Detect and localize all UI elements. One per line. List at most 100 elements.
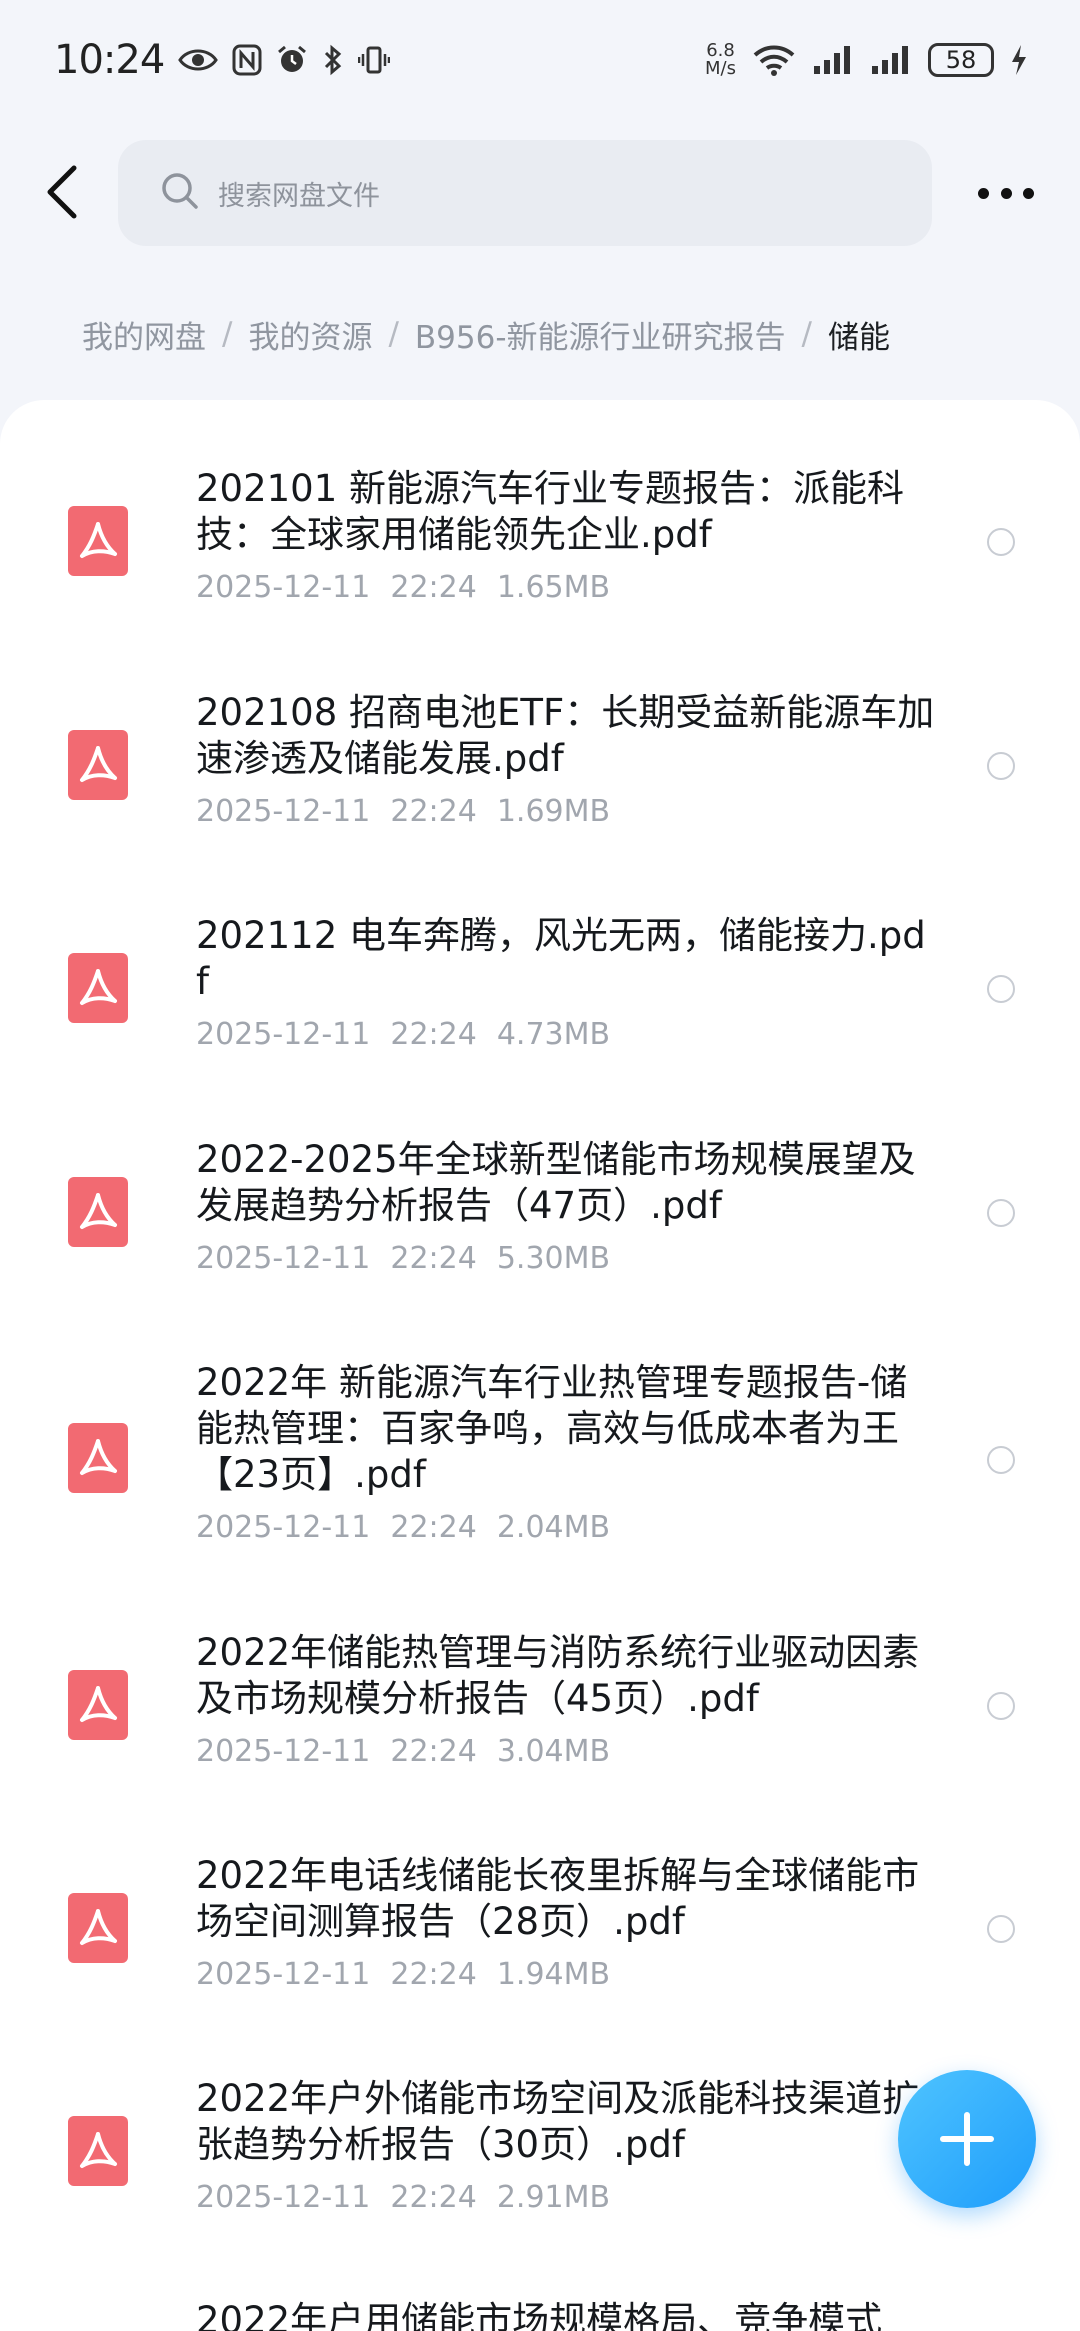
file-date: 2025-12-11 bbox=[196, 2180, 371, 2215]
file-name: 202101 新能源汽车行业专题报告：派能科技：全球家用储能领先企业.pdf bbox=[196, 467, 905, 556]
file-meta: 2025-12-11 22:24 2.91MB bbox=[196, 2180, 936, 2215]
file-time: 22:24 bbox=[390, 1734, 477, 1769]
header: 搜索网盘文件 bbox=[0, 138, 1080, 248]
select-radio[interactable] bbox=[987, 1446, 1015, 1474]
breadcrumb-separator: / bbox=[801, 316, 812, 352]
file-meta: 2025-12-11 22:24 1.69MB bbox=[196, 794, 936, 829]
file-meta: 2025-12-11 22:24 5.30MB bbox=[196, 1241, 936, 1276]
select-radio[interactable] bbox=[987, 752, 1015, 780]
pdf-file-icon bbox=[68, 506, 128, 576]
search-input[interactable]: 搜索网盘文件 bbox=[118, 140, 932, 246]
list-item[interactable]: 2022年储能热管理与消防系统行业驱动因素及市场规模分析报告（45页）.pdf … bbox=[0, 1630, 1080, 1790]
file-meta: 2025-12-11 22:24 3.04MB bbox=[196, 1734, 936, 1769]
file-time: 22:24 bbox=[390, 1241, 477, 1276]
list-item[interactable]: 2022年电话线储能长夜里拆解与全球储能市场空间测算报告（28页）.pdf 20… bbox=[0, 1853, 1080, 2013]
pdf-file-icon bbox=[68, 730, 128, 800]
alarm-icon bbox=[276, 44, 308, 76]
file-size: 3.04MB bbox=[496, 1734, 611, 1769]
status-left: 10:24 bbox=[54, 37, 391, 83]
file-text: 2022年 新能源汽车行业热管理专题报告-储能热管理：百家争鸣，高效与低成本者为… bbox=[196, 1360, 936, 1545]
file-meta: 2025-12-11 22:24 1.65MB bbox=[196, 570, 936, 605]
pdf-file-icon bbox=[68, 1893, 128, 1963]
more-dot-icon bbox=[1000, 187, 1012, 199]
file-name: 202112 电车奔腾，风光无两，储能接力.pdf bbox=[196, 914, 926, 1003]
file-size: 1.69MB bbox=[496, 794, 611, 829]
file-time: 22:24 bbox=[390, 570, 477, 605]
network-speed-unit: M/s bbox=[705, 58, 736, 79]
status-time: 10:24 bbox=[54, 37, 165, 83]
file-text: 2022年户用储能市场规模格局、竞争模式 bbox=[196, 2298, 936, 2331]
select-radio[interactable] bbox=[987, 1915, 1015, 1943]
list-item[interactable]: 202112 电车奔腾，风光无两，储能接力.pdf 2025-12-11 22:2… bbox=[0, 913, 1080, 1073]
file-meta: 2025-12-11 22:24 1.94MB bbox=[196, 1957, 936, 1992]
pdf-file-icon bbox=[68, 2116, 128, 2186]
list-item[interactable]: 2022年 新能源汽车行业热管理专题报告-储能热管理：百家争鸣，高效与低成本者为… bbox=[0, 1360, 1080, 1570]
file-text: 202108 招商电池ETF：长期受益新能源车加速渗透及储能发展.pdf 202… bbox=[196, 690, 936, 829]
file-date: 2025-12-11 bbox=[196, 1510, 371, 1545]
list-item[interactable]: 2022-2025年全球新型储能市场规模展望及发展趋势分析报告（47页）.pdf… bbox=[0, 1137, 1080, 1297]
file-size: 1.65MB bbox=[496, 570, 611, 605]
file-time: 22:24 bbox=[390, 794, 477, 829]
breadcrumb-separator: / bbox=[222, 316, 233, 352]
status-bar: 10:24 6.8 M/s 58 bbox=[0, 0, 1080, 120]
list-item[interactable]: 2022年户用储能市场规模格局、竞争模式 bbox=[0, 2298, 1080, 2331]
file-size: 2.04MB bbox=[496, 1510, 611, 1545]
file-size: 2.91MB bbox=[496, 2180, 611, 2215]
select-radio[interactable] bbox=[987, 975, 1015, 1003]
bluetooth-icon bbox=[322, 44, 344, 76]
more-dot-icon bbox=[1023, 187, 1034, 199]
add-button[interactable] bbox=[898, 2070, 1036, 2208]
pdf-file-icon bbox=[68, 1177, 128, 1247]
back-button[interactable] bbox=[40, 162, 84, 222]
network-speed: 6.8 M/s bbox=[705, 42, 736, 78]
file-meta: 2025-12-11 22:24 4.73MB bbox=[196, 1017, 936, 1052]
file-text: 202101 新能源汽车行业专题报告：派能科技：全球家用储能领先企业.pdf 2… bbox=[196, 466, 936, 605]
file-time: 22:24 bbox=[390, 2180, 477, 2215]
select-radio[interactable] bbox=[987, 1692, 1015, 1720]
signal-icon-sim2 bbox=[870, 44, 912, 76]
select-radio[interactable] bbox=[987, 528, 1015, 556]
status-right: 6.8 M/s 58 bbox=[705, 42, 1028, 78]
file-text: 2022-2025年全球新型储能市场规模展望及发展趋势分析报告（47页）.pdf… bbox=[196, 1137, 936, 1276]
battery-indicator: 58 bbox=[928, 43, 994, 77]
search-placeholder: 搜索网盘文件 bbox=[218, 180, 380, 212]
file-time: 22:24 bbox=[390, 1510, 477, 1545]
nfc-icon bbox=[232, 44, 262, 76]
breadcrumb-item-report-folder[interactable]: B956-新能源行业研究报告 bbox=[415, 312, 786, 357]
file-name: 202108 招商电池ETF：长期受益新能源车加速渗透及储能发展.pdf bbox=[196, 691, 935, 780]
wifi-icon bbox=[752, 43, 796, 77]
file-text: 202112 电车奔腾，风光无两，储能接力.pdf 2025-12-11 22:2… bbox=[196, 913, 936, 1052]
breadcrumb-item-my-resources[interactable]: 我的资源 bbox=[248, 312, 372, 357]
file-size: 1.94MB bbox=[496, 1957, 611, 1992]
file-meta: 2025-12-11 22:24 2.04MB bbox=[196, 1510, 936, 1545]
more-dot-icon bbox=[978, 187, 989, 199]
file-name: 2022-2025年全球新型储能市场规模展望及发展趋势分析报告（47页）.pdf bbox=[196, 1138, 916, 1227]
chevron-left-icon bbox=[47, 165, 77, 219]
breadcrumb-item-current: 储能 bbox=[827, 319, 890, 356]
file-name: 2022年户用储能市场规模格局、竞争模式 bbox=[196, 2299, 883, 2331]
file-date: 2025-12-11 bbox=[196, 1241, 371, 1276]
breadcrumb: 我的网盘 / 我的资源 / B956-新能源行业研究报告 / 储能 bbox=[82, 308, 890, 360]
file-text: 2022年电话线储能长夜里拆解与全球储能市场空间测算报告（28页）.pdf 20… bbox=[196, 1853, 936, 1992]
file-date: 2025-12-11 bbox=[196, 1734, 371, 1769]
file-date: 2025-12-11 bbox=[196, 1957, 371, 1992]
file-time: 22:24 bbox=[390, 1957, 477, 1992]
file-time: 22:24 bbox=[390, 1017, 477, 1052]
pdf-file-icon bbox=[68, 1423, 128, 1493]
pdf-file-icon bbox=[68, 1670, 128, 1740]
charging-icon bbox=[1010, 44, 1028, 76]
file-list: 202101 新能源汽车行业专题报告：派能科技：全球家用储能领先企业.pdf 2… bbox=[0, 400, 1080, 2331]
file-name: 2022年电话线储能长夜里拆解与全球储能市场空间测算报告（28页）.pdf bbox=[196, 1854, 920, 1943]
file-text: 2022年户外储能市场空间及派能科技渠道扩张趋势分析报告（30页）.pdf 20… bbox=[196, 2076, 936, 2215]
file-name: 2022年户外储能市场空间及派能科技渠道扩张趋势分析报告（30页）.pdf bbox=[196, 2077, 920, 2166]
select-radio[interactable] bbox=[987, 1199, 1015, 1227]
list-item[interactable]: 202108 招商电池ETF：长期受益新能源车加速渗透及储能发展.pdf 202… bbox=[0, 690, 1080, 850]
file-date: 2025-12-11 bbox=[196, 794, 371, 829]
signal-icon-sim1 bbox=[812, 44, 854, 76]
file-date: 2025-12-11 bbox=[196, 1017, 371, 1052]
plus-icon bbox=[940, 2112, 994, 2166]
list-item[interactable]: 202101 新能源汽车行业专题报告：派能科技：全球家用储能领先企业.pdf 2… bbox=[0, 466, 1080, 626]
more-options-button[interactable] bbox=[978, 168, 1034, 218]
file-name: 2022年 新能源汽车行业热管理专题报告-储能热管理：百家争鸣，高效与低成本者为… bbox=[196, 1361, 908, 1496]
breadcrumb-item-my-disk[interactable]: 我的网盘 bbox=[82, 312, 206, 357]
